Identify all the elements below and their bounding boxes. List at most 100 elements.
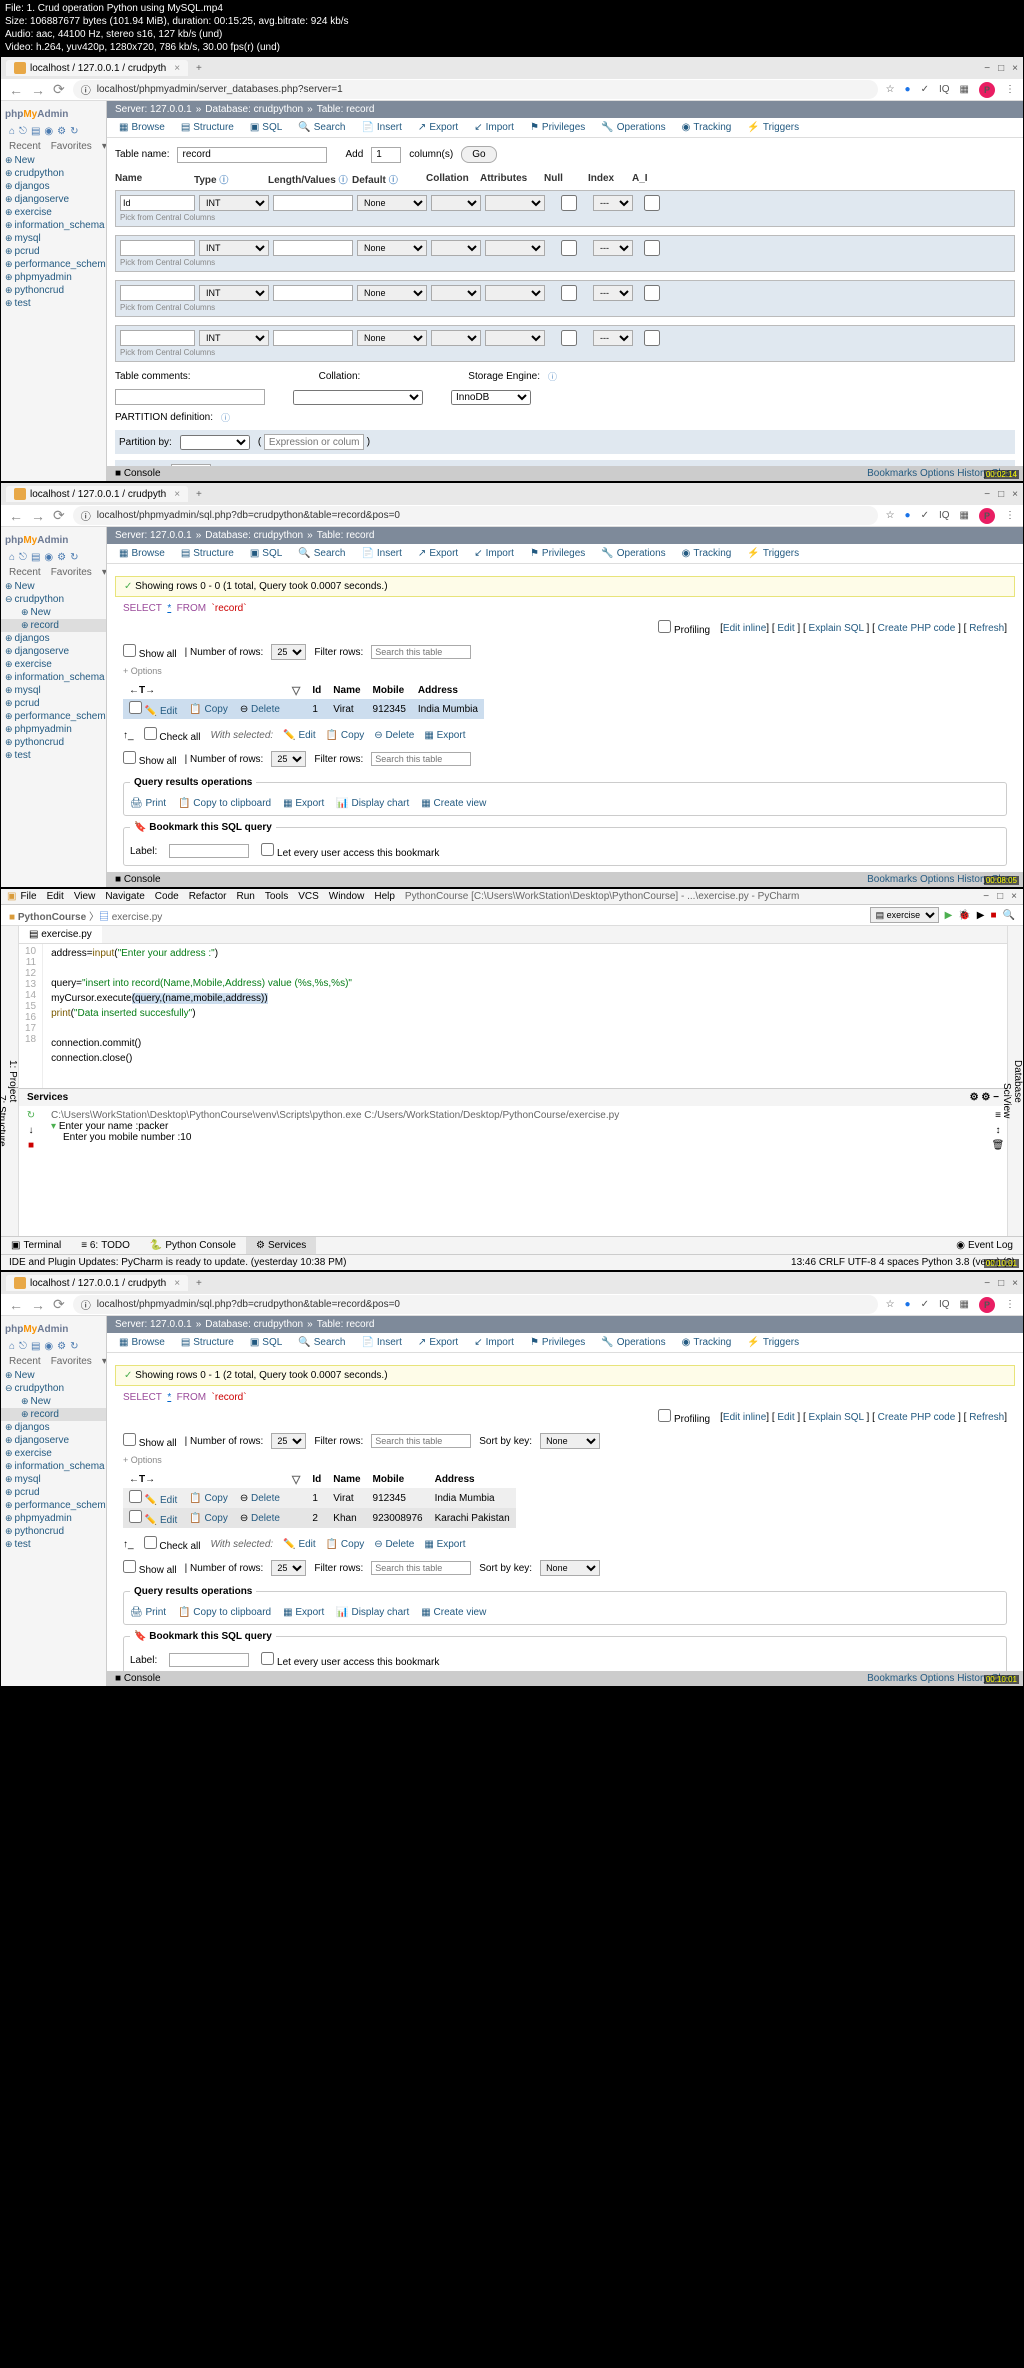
tab-triggers[interactable]: ⚡ Triggers xyxy=(739,544,807,563)
url-bar[interactable]: ⓘlocalhost/phpmyadmin/sql.php?db=crudpyt… xyxy=(73,1295,878,1314)
url-bar[interactable]: ⓘlocalhost/phpmyadmin/sql.php?db=crudpyt… xyxy=(73,506,878,525)
settings-icon[interactable]: ⚙ xyxy=(57,552,66,563)
bulk-export[interactable]: ▦ Export xyxy=(424,730,465,741)
row-check[interactable] xyxy=(129,701,142,714)
bookmark-public-check[interactable]: Let every user access this bookmark xyxy=(261,843,439,859)
col-index-select[interactable]: --- xyxy=(593,240,633,256)
minimize-icon[interactable]: − xyxy=(993,1092,999,1103)
reload-icon[interactable]: ↻ xyxy=(70,126,78,137)
menu-view[interactable]: View xyxy=(74,891,96,902)
tree-information-schema[interactable]: ⊕ information_schema xyxy=(1,219,106,232)
col-attr-select[interactable] xyxy=(485,285,545,301)
ext2-icon[interactable]: ✓ xyxy=(921,84,929,95)
browser-tab[interactable]: localhost / 127.0.0.1 / crudpyth× xyxy=(6,486,188,502)
export-link[interactable]: ▦ Export xyxy=(283,798,324,809)
home-icon[interactable]: ⌂ xyxy=(9,126,15,137)
tree-information-schema[interactable]: ⊕ information_schema xyxy=(1,671,106,684)
col-index-select[interactable]: --- xyxy=(593,285,633,301)
menu-refactor[interactable]: Refactor xyxy=(189,891,227,902)
breadcrumb-db[interactable]: Database: crudpython xyxy=(205,104,303,115)
col-attr-select[interactable] xyxy=(485,240,545,256)
maximize-icon[interactable]: □ xyxy=(998,63,1004,74)
col-type-select[interactable]: INT xyxy=(199,330,269,346)
col-collation-select[interactable] xyxy=(431,240,481,256)
tree-phpmyadmin[interactable]: ⊕ phpmyadmin xyxy=(1,271,106,284)
back-icon[interactable]: ← xyxy=(9,82,23,98)
tab-tracking[interactable]: ◉ Tracking xyxy=(674,544,740,563)
col-ai-check[interactable] xyxy=(637,330,667,346)
pick-central-link[interactable]: Pick from Central Columns xyxy=(120,348,1010,357)
close-icon[interactable]: × xyxy=(1011,891,1017,902)
col-type-select[interactable]: INT xyxy=(199,285,269,301)
rows-select[interactable]: 25 xyxy=(271,644,306,660)
col-length-input[interactable] xyxy=(273,240,353,256)
col-name-input[interactable] xyxy=(120,195,195,211)
sort-key-select[interactable]: None xyxy=(540,1433,600,1449)
bulk-delete[interactable]: ⊖ Delete xyxy=(374,730,414,741)
bookmark-label-input[interactable] xyxy=(169,844,249,858)
tab-import[interactable]: ↙ Import xyxy=(466,118,522,137)
tab-export[interactable]: ↗ Export xyxy=(410,544,466,563)
partition-expr-input[interactable] xyxy=(264,434,364,450)
col-default-select[interactable]: None xyxy=(357,330,427,346)
run-with-icon[interactable]: ▶ xyxy=(977,910,985,921)
col-collation-select[interactable] xyxy=(431,285,481,301)
close-tab-icon[interactable]: × xyxy=(174,63,180,74)
tab-browse[interactable]: ▦ Browse xyxy=(111,544,173,563)
maximize-icon[interactable]: □ xyxy=(998,489,1004,500)
edit-inline-link[interactable]: Edit inline xyxy=(723,623,766,634)
tree-pythoncrud[interactable]: ⊕ pythoncrud xyxy=(1,736,106,749)
tab-structure[interactable]: ▤ Structure xyxy=(173,118,242,137)
tree-new[interactable]: ⊕ New xyxy=(1,154,106,167)
tab-structure[interactable]: ▤ Structure xyxy=(173,544,242,563)
docs-icon[interactable]: ◉ xyxy=(44,126,53,137)
menu-code[interactable]: Code xyxy=(155,891,179,902)
tree-new-nested[interactable]: ⊕ New xyxy=(1,606,106,619)
menu-tools[interactable]: Tools xyxy=(265,891,288,902)
col-ai-check[interactable] xyxy=(637,240,667,256)
col-index-select[interactable]: --- xyxy=(593,330,633,346)
tree-djangoserve[interactable]: ⊕ djangoserve xyxy=(1,645,106,658)
tree-record[interactable]: ⊕ record xyxy=(1,619,106,632)
browser-tab[interactable]: localhost / 127.0.0.1 / crudpyth × xyxy=(6,60,188,76)
menu-help[interactable]: Help xyxy=(374,891,395,902)
collation-select[interactable] xyxy=(293,390,423,405)
menu-window[interactable]: Window xyxy=(329,891,365,902)
tab-sql[interactable]: ▣ SQL xyxy=(242,118,290,137)
print-link[interactable]: 🖨 Print xyxy=(130,798,166,809)
bulk-copy[interactable]: 📋 Copy xyxy=(326,730,365,741)
screenshot-icon[interactable]: ▦ xyxy=(960,84,969,95)
ext2-icon[interactable]: ✓ xyxy=(921,510,929,521)
help-icon[interactable]: ⓘ xyxy=(221,411,230,424)
iq-icon[interactable]: IQ xyxy=(939,510,950,521)
home-icon[interactable]: ⌂ xyxy=(9,552,15,563)
settings-icon[interactable]: ⚙ xyxy=(970,1092,979,1103)
partition-by-select[interactable] xyxy=(180,435,250,450)
tree-exercise[interactable]: ⊕ exercise xyxy=(1,206,106,219)
add-count-input[interactable] xyxy=(371,147,401,163)
table-row[interactable]: ✏️ Edit 📋 Copy ⊖ Delete 1Virat912345Indi… xyxy=(123,699,484,719)
tab-insert[interactable]: 📄 Insert xyxy=(353,544,409,563)
console-tab[interactable]: 🐍 Python Console xyxy=(140,1237,246,1254)
phpmyadmin-logo[interactable]: phpMyAdmin xyxy=(1,1316,106,1339)
col-collation-select[interactable] xyxy=(431,195,481,211)
tab-operations[interactable]: 🔧 Operations xyxy=(593,544,673,563)
phpmyadmin-logo[interactable]: phpMyAdmin xyxy=(1,527,106,550)
tree-phpmyadmin[interactable]: ⊕ phpmyadmin xyxy=(1,723,106,736)
favorites-tab[interactable]: Favorites xyxy=(51,141,92,152)
tree-test[interactable]: ⊕ test xyxy=(1,749,106,762)
ext1-icon[interactable]: ● xyxy=(905,510,911,521)
sql-icon[interactable]: ▤ xyxy=(31,552,40,563)
tab-privileges[interactable]: ⚑ Privileges xyxy=(522,544,593,563)
table-row[interactable]: ✏️ Edit 📋 Copy ⊖ Delete 2Khan923008976Ka… xyxy=(123,1508,516,1528)
project-tab[interactable]: 1: Project xyxy=(7,930,18,1232)
breadcrumb-table[interactable]: Table: record xyxy=(317,104,375,115)
table-row[interactable]: ✏️ Edit 📋 Copy ⊖ Delete 1Virat912345Indi… xyxy=(123,1488,516,1508)
new-tab-icon[interactable]: + xyxy=(196,63,202,74)
reload-icon[interactable]: ⟳ xyxy=(53,81,65,98)
col-default-select[interactable]: None xyxy=(357,285,427,301)
col-ai-check[interactable] xyxy=(637,285,667,301)
pick-central-link[interactable]: Pick from Central Columns xyxy=(120,258,1010,267)
profile-avatar[interactable]: P xyxy=(979,508,995,524)
minimize-icon[interactable]: − xyxy=(984,63,990,74)
